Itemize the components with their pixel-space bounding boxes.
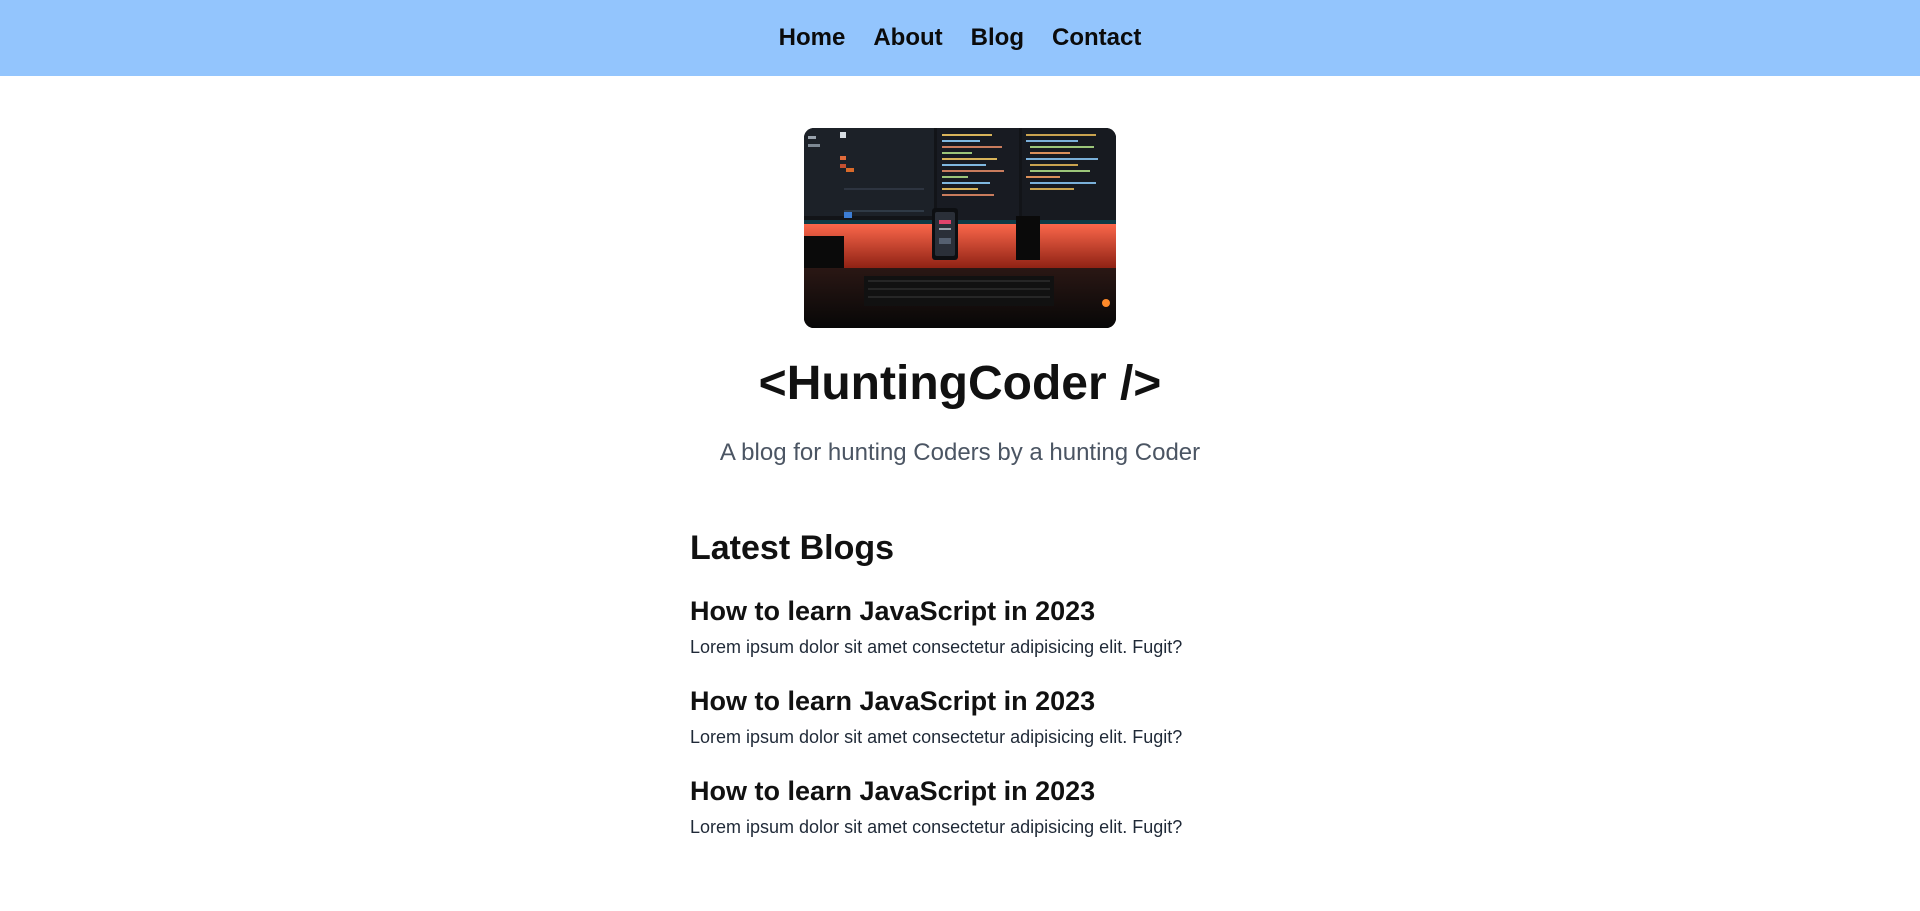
nav-item-about: About: [873, 24, 942, 52]
main-content: <HuntingCoder /> A blog for hunting Code…: [0, 76, 1920, 838]
latest-blogs-section: Latest Blogs How to learn JavaScript in …: [690, 529, 1230, 838]
blog-title[interactable]: How to learn JavaScript in 2023: [690, 686, 1230, 717]
latest-blogs-heading: Latest Blogs: [690, 528, 895, 567]
blog-excerpt: Lorem ipsum dolor sit amet consectetur a…: [690, 636, 1183, 657]
top-navbar: Home About Blog Contact: [0, 0, 1920, 76]
blog-excerpt: Lorem ipsum dolor sit amet consectetur a…: [690, 816, 1183, 837]
blog-item: How to learn JavaScript in 2023 Lorem ip…: [690, 776, 1230, 838]
nav-link-blog[interactable]: Blog: [971, 24, 1024, 51]
nav-item-home: Home: [779, 24, 846, 52]
blog-title[interactable]: How to learn JavaScript in 2023: [690, 776, 1230, 807]
nav-list: Home About Blog Contact: [779, 24, 1142, 52]
nav-link-contact[interactable]: Contact: [1052, 24, 1141, 51]
blog-excerpt: Lorem ipsum dolor sit amet consectetur a…: [690, 726, 1183, 747]
coding-desk-photo: [804, 128, 1116, 328]
blog-item: How to learn JavaScript in 2023 Lorem ip…: [690, 596, 1230, 658]
nav-item-blog: Blog: [971, 24, 1024, 52]
site-title: <HuntingCoder />: [758, 357, 1162, 410]
nav-link-home[interactable]: Home: [779, 24, 846, 51]
nav-item-contact: Contact: [1052, 24, 1141, 52]
hero-image: [804, 128, 1116, 328]
nav-link-about[interactable]: About: [873, 24, 942, 51]
blog-item: How to learn JavaScript in 2023 Lorem ip…: [690, 686, 1230, 748]
site-tagline: A blog for hunting Coders by a hunting C…: [719, 438, 1201, 466]
blog-title[interactable]: How to learn JavaScript in 2023: [690, 596, 1230, 627]
